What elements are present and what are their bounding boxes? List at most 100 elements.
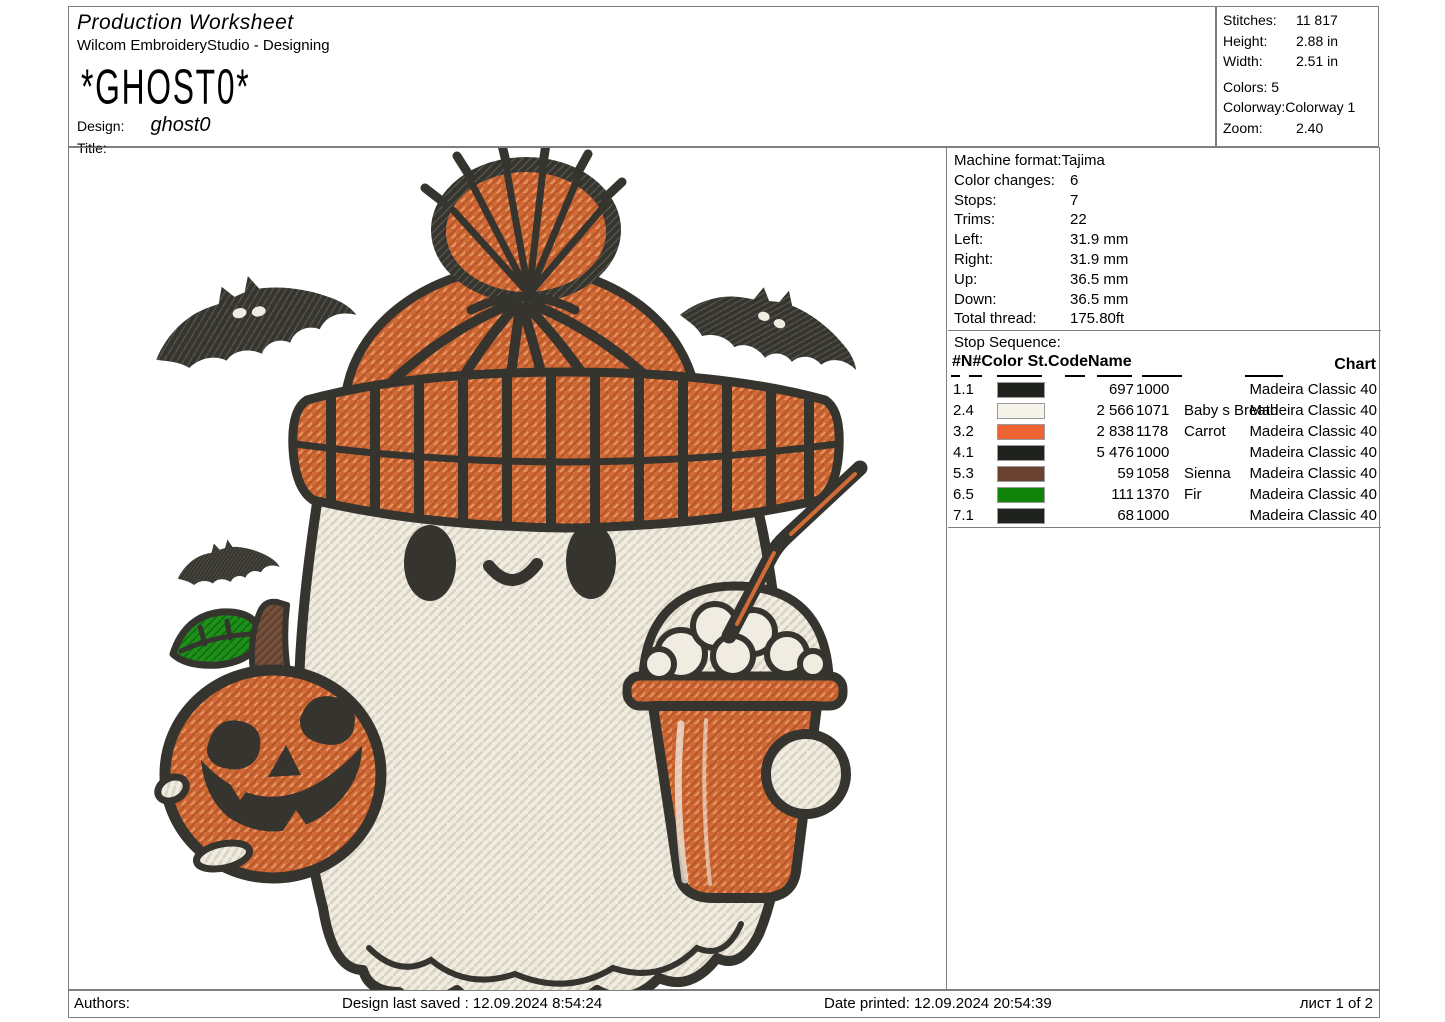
stitch-count: 2 838: [1048, 421, 1134, 442]
sheet-number: лист 1 of 2: [1300, 995, 1373, 1012]
table-row: 7.1681000Madeira Classic 40: [948, 505, 1381, 526]
row-label: Zoom:: [1223, 118, 1296, 139]
color-swatch: [997, 487, 1045, 503]
row-value: 175.80ft: [1070, 310, 1124, 327]
stop-number: 2.4: [953, 400, 974, 421]
design-label: Design:: [77, 118, 124, 134]
row-value: 36.5 mm: [1070, 291, 1128, 308]
row-label: Total thread:: [954, 309, 1070, 329]
row-value: 11 817: [1296, 12, 1338, 28]
stop-number: 5.3: [953, 463, 974, 484]
color-swatch: [997, 508, 1045, 524]
summary-box: Stitches:11 817 Height:2.88 in Width:2.5…: [1216, 6, 1379, 147]
stitch-count: 59: [1048, 463, 1134, 484]
stop-number: 7.1: [953, 505, 974, 526]
row-label: Colors:: [1223, 79, 1271, 95]
row-label: Machine format:: [954, 152, 1062, 169]
row-label: Colorway:: [1223, 99, 1285, 115]
thread-code: 1178: [1136, 421, 1168, 442]
summary-row: Zoom:2.40: [1223, 118, 1378, 139]
row-value: 2.51 in: [1296, 53, 1338, 69]
design-name: ghost0: [150, 114, 210, 136]
thread-chart: Madeira Classic 40: [1249, 379, 1377, 400]
doc-title: Production Worksheet: [77, 11, 1207, 35]
thread-chart: Madeira Classic 40: [1249, 421, 1377, 442]
row-label: Trims:: [954, 210, 1070, 230]
app-subtitle: Wilcom EmbroideryStudio - Designing: [77, 37, 1207, 54]
thread-name: Fir: [1184, 484, 1202, 505]
stitch-count: 2 566: [1048, 400, 1134, 421]
stitch-count: 111: [1048, 484, 1134, 505]
row-label: Up:: [954, 270, 1070, 290]
machine-row: Stops:7: [954, 191, 1381, 211]
row-label: Stops:: [954, 191, 1070, 211]
column-underline: [1245, 375, 1283, 377]
machine-row: Right:31.9 mm: [954, 250, 1381, 270]
machine-info: Machine format:Tajima Color changes:6 St…: [948, 148, 1381, 331]
thread-code: 1000: [1136, 379, 1169, 400]
column-underline: [1142, 375, 1182, 377]
stop-number: 3.2: [953, 421, 974, 442]
thread-name: Sienna: [1184, 463, 1231, 484]
table-row: 1.16971000Madeira Classic 40: [948, 379, 1381, 400]
summary-row: Colors: 5: [1223, 77, 1378, 98]
machine-row: Machine format:Tajima: [954, 151, 1381, 171]
authors-label: Authors:: [74, 995, 130, 1012]
last-saved: Design last saved : 12.09.2024 8:54:24: [342, 995, 602, 1012]
stitch-count: 68: [1048, 505, 1134, 526]
summary-row: Width:2.51 in: [1223, 51, 1378, 72]
thread-chart: Madeira Classic 40: [1249, 484, 1377, 505]
row-value: Tajima: [1062, 152, 1105, 169]
stop-number: 4.1: [953, 442, 974, 463]
row-value: 7: [1070, 192, 1078, 209]
row-label: Height:: [1223, 31, 1296, 52]
summary-row: Colorway:Colorway 1: [1223, 97, 1378, 118]
row-value: 2.88 in: [1296, 33, 1338, 49]
thread-code: 1000: [1136, 505, 1169, 526]
machine-row: Left:31.9 mm: [954, 230, 1381, 250]
thread-code: 1071: [1136, 400, 1169, 421]
summary-row: Height:2.88 in: [1223, 31, 1378, 52]
stop-sequence-title: Stop Sequence:: [954, 334, 1061, 351]
row-value: 6: [1070, 172, 1078, 189]
bat-icon: [142, 253, 360, 379]
machine-row: Total thread:175.80ft: [954, 309, 1381, 329]
title-box: Production Worksheet Wilcom EmbroiderySt…: [68, 6, 1216, 147]
stop-table-header-chart: Chart: [1334, 356, 1376, 374]
design-preview: [69, 148, 947, 991]
row-label: Left:: [954, 230, 1070, 250]
thread-code: 1000: [1136, 442, 1169, 463]
color-swatch: [997, 382, 1045, 398]
design-line: Design: ghost0: [77, 114, 1207, 137]
bat-icon: [173, 533, 280, 590]
machine-row: Down:36.5 mm: [954, 290, 1381, 310]
table-row: 6.51111370FirMadeira Classic 40: [948, 484, 1381, 505]
table-row: 4.15 4761000Madeira Classic 40: [948, 442, 1381, 463]
design-code: *GHOST0*: [81, 60, 1049, 115]
row-value: 5: [1271, 79, 1279, 95]
color-swatch: [997, 445, 1045, 461]
stitch-count: 697: [1048, 379, 1134, 400]
row-label: Down:: [954, 290, 1070, 310]
stitch-count: 5 476: [1048, 442, 1134, 463]
thread-name: Carrot: [1184, 421, 1226, 442]
thread-chart: Madeira Classic 40: [1249, 400, 1377, 421]
row-label: Color changes:: [954, 171, 1070, 191]
row-value: 22: [1070, 211, 1087, 228]
color-swatch: [997, 403, 1045, 419]
row-value: 31.9 mm: [1070, 251, 1128, 268]
thread-code: 1370: [1136, 484, 1169, 505]
column-underline: [951, 375, 960, 377]
row-label: Right:: [954, 250, 1070, 270]
row-value: Colorway 1: [1285, 99, 1355, 115]
row-label: Width:: [1223, 51, 1296, 72]
bat-icon: [675, 264, 872, 383]
table-row: 5.3591058SiennaMadeira Classic 40: [948, 463, 1381, 484]
design-preview-pane: [69, 148, 947, 991]
stats-panel: Machine format:Tajima Color changes:6 St…: [948, 148, 1381, 991]
column-underline: [1065, 375, 1085, 377]
machine-row: Color changes:6: [954, 171, 1381, 191]
table-row: 2.42 5661071Baby s BreathMadeira Classic…: [948, 400, 1381, 421]
footer-bar: Authors: Design last saved : 12.09.2024 …: [68, 990, 1380, 1018]
stop-sequence-table: 1.16971000Madeira Classic 40 2.42 566107…: [948, 379, 1381, 528]
